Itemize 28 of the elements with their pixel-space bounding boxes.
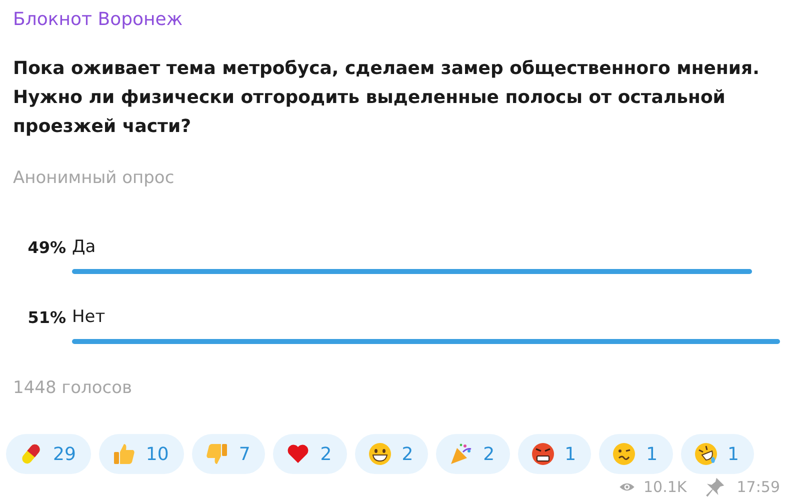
reaction-button[interactable]: 2 [436,434,510,474]
reaction-button[interactable]: 2 [354,434,428,474]
message-time: 17:59 [736,477,780,498]
laughing-face-icon [694,442,718,466]
view-count: 10.1K [644,477,687,498]
thumbs-down-icon [204,442,229,466]
vote-count: 1448 голосов [13,377,132,400]
grinning-face-icon [368,442,392,466]
thumbs-up-icon [112,442,136,466]
woozy-face-icon [612,442,636,466]
option-label: Да [72,236,96,260]
reaction-button[interactable]: 1 [518,434,592,474]
reaction-button[interactable]: 1 [680,434,754,474]
party-popper-icon [449,442,474,466]
reaction-button[interactable]: 1 [599,434,673,474]
option-percent: 51% [26,307,67,329]
reaction-button[interactable]: 7 [192,434,266,474]
poll-type: Анонимный опрос [13,167,174,190]
heart-icon [286,442,310,466]
poll-question: Пока оживает тема метробуса, сделаем замер общественного мнения. Нужно ли физически отгородить выделенные полосы от остальной проезжей части? [13,57,760,139]
angry-face-icon [530,442,555,466]
option-percent: 49% [26,237,67,259]
pin-icon [704,477,725,498]
reaction-button[interactable]: 29 [6,434,91,474]
option-label: Нет [72,306,106,330]
channel-name[interactable]: Блокнот Воронеж [13,6,780,34]
reaction-button[interactable]: 2 [273,434,347,474]
reaction-button[interactable]: 10 [98,434,184,474]
